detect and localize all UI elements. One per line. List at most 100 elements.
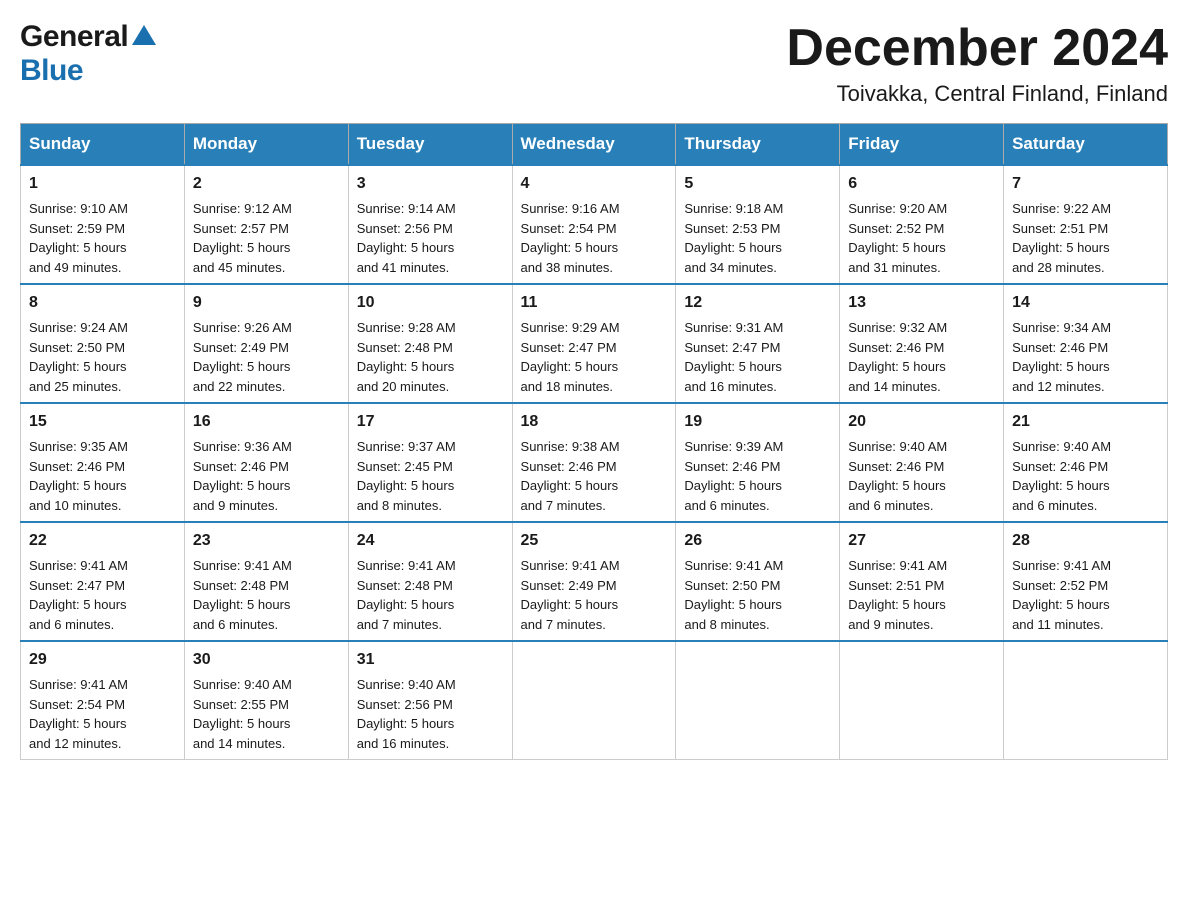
day-number: 5	[684, 172, 831, 196]
day-info: Sunrise: 9:41 AM Sunset: 2:49 PM Dayligh…	[521, 558, 620, 632]
day-info: Sunrise: 9:41 AM Sunset: 2:50 PM Dayligh…	[684, 558, 783, 632]
day-number: 29	[29, 648, 176, 672]
calendar-cell: 23 Sunrise: 9:41 AM Sunset: 2:48 PM Dayl…	[184, 522, 348, 641]
calendar-cell: 1 Sunrise: 9:10 AM Sunset: 2:59 PM Dayli…	[21, 165, 185, 284]
day-info: Sunrise: 9:40 AM Sunset: 2:55 PM Dayligh…	[193, 677, 292, 751]
calendar-cell: 27 Sunrise: 9:41 AM Sunset: 2:51 PM Dayl…	[840, 522, 1004, 641]
calendar-cell: 25 Sunrise: 9:41 AM Sunset: 2:49 PM Dayl…	[512, 522, 676, 641]
day-header-monday: Monday	[184, 124, 348, 166]
day-number: 11	[521, 291, 668, 315]
day-info: Sunrise: 9:41 AM Sunset: 2:52 PM Dayligh…	[1012, 558, 1111, 632]
day-number: 8	[29, 291, 176, 315]
calendar-cell: 19 Sunrise: 9:39 AM Sunset: 2:46 PM Dayl…	[676, 403, 840, 522]
calendar-cell: 28 Sunrise: 9:41 AM Sunset: 2:52 PM Dayl…	[1004, 522, 1168, 641]
day-number: 17	[357, 410, 504, 434]
day-number: 28	[1012, 529, 1159, 553]
day-number: 20	[848, 410, 995, 434]
day-info: Sunrise: 9:10 AM Sunset: 2:59 PM Dayligh…	[29, 201, 128, 275]
calendar-week-2: 8 Sunrise: 9:24 AM Sunset: 2:50 PM Dayli…	[21, 284, 1168, 403]
day-number: 19	[684, 410, 831, 434]
day-info: Sunrise: 9:18 AM Sunset: 2:53 PM Dayligh…	[684, 201, 783, 275]
calendar-cell: 11 Sunrise: 9:29 AM Sunset: 2:47 PM Dayl…	[512, 284, 676, 403]
day-info: Sunrise: 9:35 AM Sunset: 2:46 PM Dayligh…	[29, 439, 128, 513]
day-number: 3	[357, 172, 504, 196]
calendar-table: SundayMondayTuesdayWednesdayThursdayFrid…	[20, 123, 1168, 760]
days-of-week-row: SundayMondayTuesdayWednesdayThursdayFrid…	[21, 124, 1168, 166]
day-header-saturday: Saturday	[1004, 124, 1168, 166]
day-info: Sunrise: 9:31 AM Sunset: 2:47 PM Dayligh…	[684, 320, 783, 394]
calendar-cell: 4 Sunrise: 9:16 AM Sunset: 2:54 PM Dayli…	[512, 165, 676, 284]
day-number: 14	[1012, 291, 1159, 315]
calendar-cell	[840, 641, 1004, 760]
day-number: 30	[193, 648, 340, 672]
day-info: Sunrise: 9:36 AM Sunset: 2:46 PM Dayligh…	[193, 439, 292, 513]
logo-general-text: General	[20, 20, 128, 54]
calendar-title: December 2024	[786, 20, 1168, 77]
day-number: 9	[193, 291, 340, 315]
day-header-thursday: Thursday	[676, 124, 840, 166]
calendar-cell: 5 Sunrise: 9:18 AM Sunset: 2:53 PM Dayli…	[676, 165, 840, 284]
calendar-cell: 26 Sunrise: 9:41 AM Sunset: 2:50 PM Dayl…	[676, 522, 840, 641]
day-info: Sunrise: 9:24 AM Sunset: 2:50 PM Dayligh…	[29, 320, 128, 394]
day-info: Sunrise: 9:41 AM Sunset: 2:51 PM Dayligh…	[848, 558, 947, 632]
day-number: 7	[1012, 172, 1159, 196]
logo-text-block: General Blue	[20, 20, 158, 88]
day-number: 4	[521, 172, 668, 196]
day-number: 2	[193, 172, 340, 196]
calendar-week-1: 1 Sunrise: 9:10 AM Sunset: 2:59 PM Dayli…	[21, 165, 1168, 284]
calendar-cell: 21 Sunrise: 9:40 AM Sunset: 2:46 PM Dayl…	[1004, 403, 1168, 522]
day-number: 15	[29, 410, 176, 434]
day-number: 12	[684, 291, 831, 315]
day-header-tuesday: Tuesday	[348, 124, 512, 166]
calendar-cell: 15 Sunrise: 9:35 AM Sunset: 2:46 PM Dayl…	[21, 403, 185, 522]
calendar-cell: 24 Sunrise: 9:41 AM Sunset: 2:48 PM Dayl…	[348, 522, 512, 641]
day-info: Sunrise: 9:32 AM Sunset: 2:46 PM Dayligh…	[848, 320, 947, 394]
calendar-cell	[676, 641, 840, 760]
day-info: Sunrise: 9:38 AM Sunset: 2:46 PM Dayligh…	[521, 439, 620, 513]
day-number: 25	[521, 529, 668, 553]
calendar-cell: 30 Sunrise: 9:40 AM Sunset: 2:55 PM Dayl…	[184, 641, 348, 760]
day-info: Sunrise: 9:41 AM Sunset: 2:54 PM Dayligh…	[29, 677, 128, 751]
day-info: Sunrise: 9:40 AM Sunset: 2:46 PM Dayligh…	[1012, 439, 1111, 513]
calendar-week-3: 15 Sunrise: 9:35 AM Sunset: 2:46 PM Dayl…	[21, 403, 1168, 522]
day-info: Sunrise: 9:37 AM Sunset: 2:45 PM Dayligh…	[357, 439, 456, 513]
calendar-cell: 17 Sunrise: 9:37 AM Sunset: 2:45 PM Dayl…	[348, 403, 512, 522]
day-number: 24	[357, 529, 504, 553]
logo-triangle-icon	[130, 23, 158, 47]
calendar-cell	[1004, 641, 1168, 760]
day-info: Sunrise: 9:41 AM Sunset: 2:48 PM Dayligh…	[357, 558, 456, 632]
day-info: Sunrise: 9:26 AM Sunset: 2:49 PM Dayligh…	[193, 320, 292, 394]
calendar-subtitle: Toivakka, Central Finland, Finland	[786, 81, 1168, 107]
day-number: 18	[521, 410, 668, 434]
day-info: Sunrise: 9:40 AM Sunset: 2:46 PM Dayligh…	[848, 439, 947, 513]
calendar-cell: 3 Sunrise: 9:14 AM Sunset: 2:56 PM Dayli…	[348, 165, 512, 284]
day-number: 16	[193, 410, 340, 434]
day-number: 22	[29, 529, 176, 553]
calendar-body: 1 Sunrise: 9:10 AM Sunset: 2:59 PM Dayli…	[21, 165, 1168, 760]
calendar-cell: 20 Sunrise: 9:40 AM Sunset: 2:46 PM Dayl…	[840, 403, 1004, 522]
calendar-cell: 10 Sunrise: 9:28 AM Sunset: 2:48 PM Dayl…	[348, 284, 512, 403]
day-header-friday: Friday	[840, 124, 1004, 166]
calendar-cell: 22 Sunrise: 9:41 AM Sunset: 2:47 PM Dayl…	[21, 522, 185, 641]
calendar-cell: 14 Sunrise: 9:34 AM Sunset: 2:46 PM Dayl…	[1004, 284, 1168, 403]
day-info: Sunrise: 9:22 AM Sunset: 2:51 PM Dayligh…	[1012, 201, 1111, 275]
day-info: Sunrise: 9:39 AM Sunset: 2:46 PM Dayligh…	[684, 439, 783, 513]
day-info: Sunrise: 9:34 AM Sunset: 2:46 PM Dayligh…	[1012, 320, 1111, 394]
calendar-cell: 31 Sunrise: 9:40 AM Sunset: 2:56 PM Dayl…	[348, 641, 512, 760]
title-block: December 2024 Toivakka, Central Finland,…	[786, 20, 1168, 107]
day-info: Sunrise: 9:16 AM Sunset: 2:54 PM Dayligh…	[521, 201, 620, 275]
day-info: Sunrise: 9:41 AM Sunset: 2:48 PM Dayligh…	[193, 558, 292, 632]
calendar-cell: 13 Sunrise: 9:32 AM Sunset: 2:46 PM Dayl…	[840, 284, 1004, 403]
calendar-cell: 9 Sunrise: 9:26 AM Sunset: 2:49 PM Dayli…	[184, 284, 348, 403]
calendar-cell: 2 Sunrise: 9:12 AM Sunset: 2:57 PM Dayli…	[184, 165, 348, 284]
day-info: Sunrise: 9:40 AM Sunset: 2:56 PM Dayligh…	[357, 677, 456, 751]
calendar-cell: 12 Sunrise: 9:31 AM Sunset: 2:47 PM Dayl…	[676, 284, 840, 403]
calendar-header: SundayMondayTuesdayWednesdayThursdayFrid…	[21, 124, 1168, 166]
calendar-cell: 8 Sunrise: 9:24 AM Sunset: 2:50 PM Dayli…	[21, 284, 185, 403]
day-header-sunday: Sunday	[21, 124, 185, 166]
calendar-week-5: 29 Sunrise: 9:41 AM Sunset: 2:54 PM Dayl…	[21, 641, 1168, 760]
day-number: 13	[848, 291, 995, 315]
day-number: 31	[357, 648, 504, 672]
calendar-cell: 18 Sunrise: 9:38 AM Sunset: 2:46 PM Dayl…	[512, 403, 676, 522]
calendar-week-4: 22 Sunrise: 9:41 AM Sunset: 2:47 PM Dayl…	[21, 522, 1168, 641]
